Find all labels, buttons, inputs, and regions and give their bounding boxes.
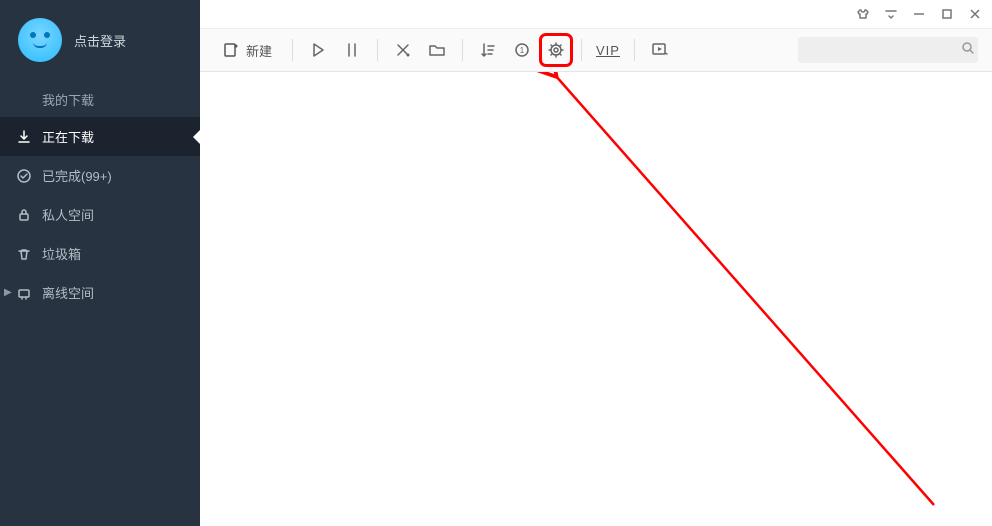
sidebar-item-private[interactable]: 私人空间 <box>0 195 200 234</box>
user-area[interactable]: 点击登录 <box>0 0 200 80</box>
pause-tool[interactable] <box>339 37 365 63</box>
annotation-arrow <box>200 72 992 526</box>
sidebar-item-offline[interactable]: ▶ 离线空间 <box>0 273 200 312</box>
svg-text:1: 1 <box>520 46 525 55</box>
app-root: 点击登录 我的下载 正在下载 已完成(99+) 私人空间 垃圾箱 <box>0 0 992 526</box>
content-area <box>200 72 992 526</box>
settings-tool[interactable] <box>543 37 569 63</box>
check-icon <box>16 168 32 184</box>
search-icon <box>961 41 975 60</box>
sidebar-item-label: 正在下载 <box>42 127 94 146</box>
login-text: 点击登录 <box>74 31 126 50</box>
window-titlebar <box>200 0 992 28</box>
search-box[interactable] <box>798 37 978 63</box>
vip-link[interactable]: VIP <box>594 43 622 58</box>
main-area: 新建 1 <box>200 0 992 526</box>
play-mode-tool[interactable] <box>647 37 673 63</box>
sidebar-item-label: 已完成(99+) <box>42 166 112 185</box>
trash-icon <box>16 246 32 262</box>
menu-dropdown-icon[interactable] <box>884 7 898 21</box>
open-folder-tool[interactable] <box>424 37 450 63</box>
sidebar-item-label: 离线空间 <box>42 283 94 302</box>
sidebar-section-title: 我的下载 <box>0 80 200 117</box>
sidebar-item-label: 私人空间 <box>42 205 94 224</box>
sort-tool[interactable] <box>475 37 501 63</box>
separator <box>377 39 378 61</box>
sidebar-item-completed[interactable]: 已完成(99+) <box>0 156 200 195</box>
sidebar-item-label: 垃圾箱 <box>42 244 81 263</box>
sidebar-item-trash[interactable]: 垃圾箱 <box>0 234 200 273</box>
sidebar: 点击登录 我的下载 正在下载 已完成(99+) 私人空间 垃圾箱 <box>0 0 200 526</box>
separator <box>462 39 463 61</box>
minimize-button[interactable] <box>912 7 926 21</box>
cloud-icon <box>16 285 32 301</box>
chevron-right-icon: ▶ <box>4 287 12 298</box>
sidebar-item-downloading[interactable]: 正在下载 <box>0 117 200 156</box>
download-icon <box>16 129 32 145</box>
search-input[interactable] <box>806 43 961 57</box>
toolbar: 新建 1 <box>200 28 992 72</box>
new-button[interactable]: 新建 <box>214 37 280 64</box>
maximize-button[interactable] <box>940 7 954 21</box>
delete-tool[interactable] <box>390 37 416 63</box>
separator <box>292 39 293 61</box>
avatar <box>18 18 62 62</box>
lock-icon <box>16 207 32 223</box>
separator <box>634 39 635 61</box>
speed-limit-tool[interactable]: 1 <box>509 37 535 63</box>
separator <box>581 39 582 61</box>
new-button-label: 新建 <box>246 41 272 60</box>
start-tool[interactable] <box>305 37 331 63</box>
skin-icon[interactable] <box>856 7 870 21</box>
close-button[interactable] <box>968 7 982 21</box>
